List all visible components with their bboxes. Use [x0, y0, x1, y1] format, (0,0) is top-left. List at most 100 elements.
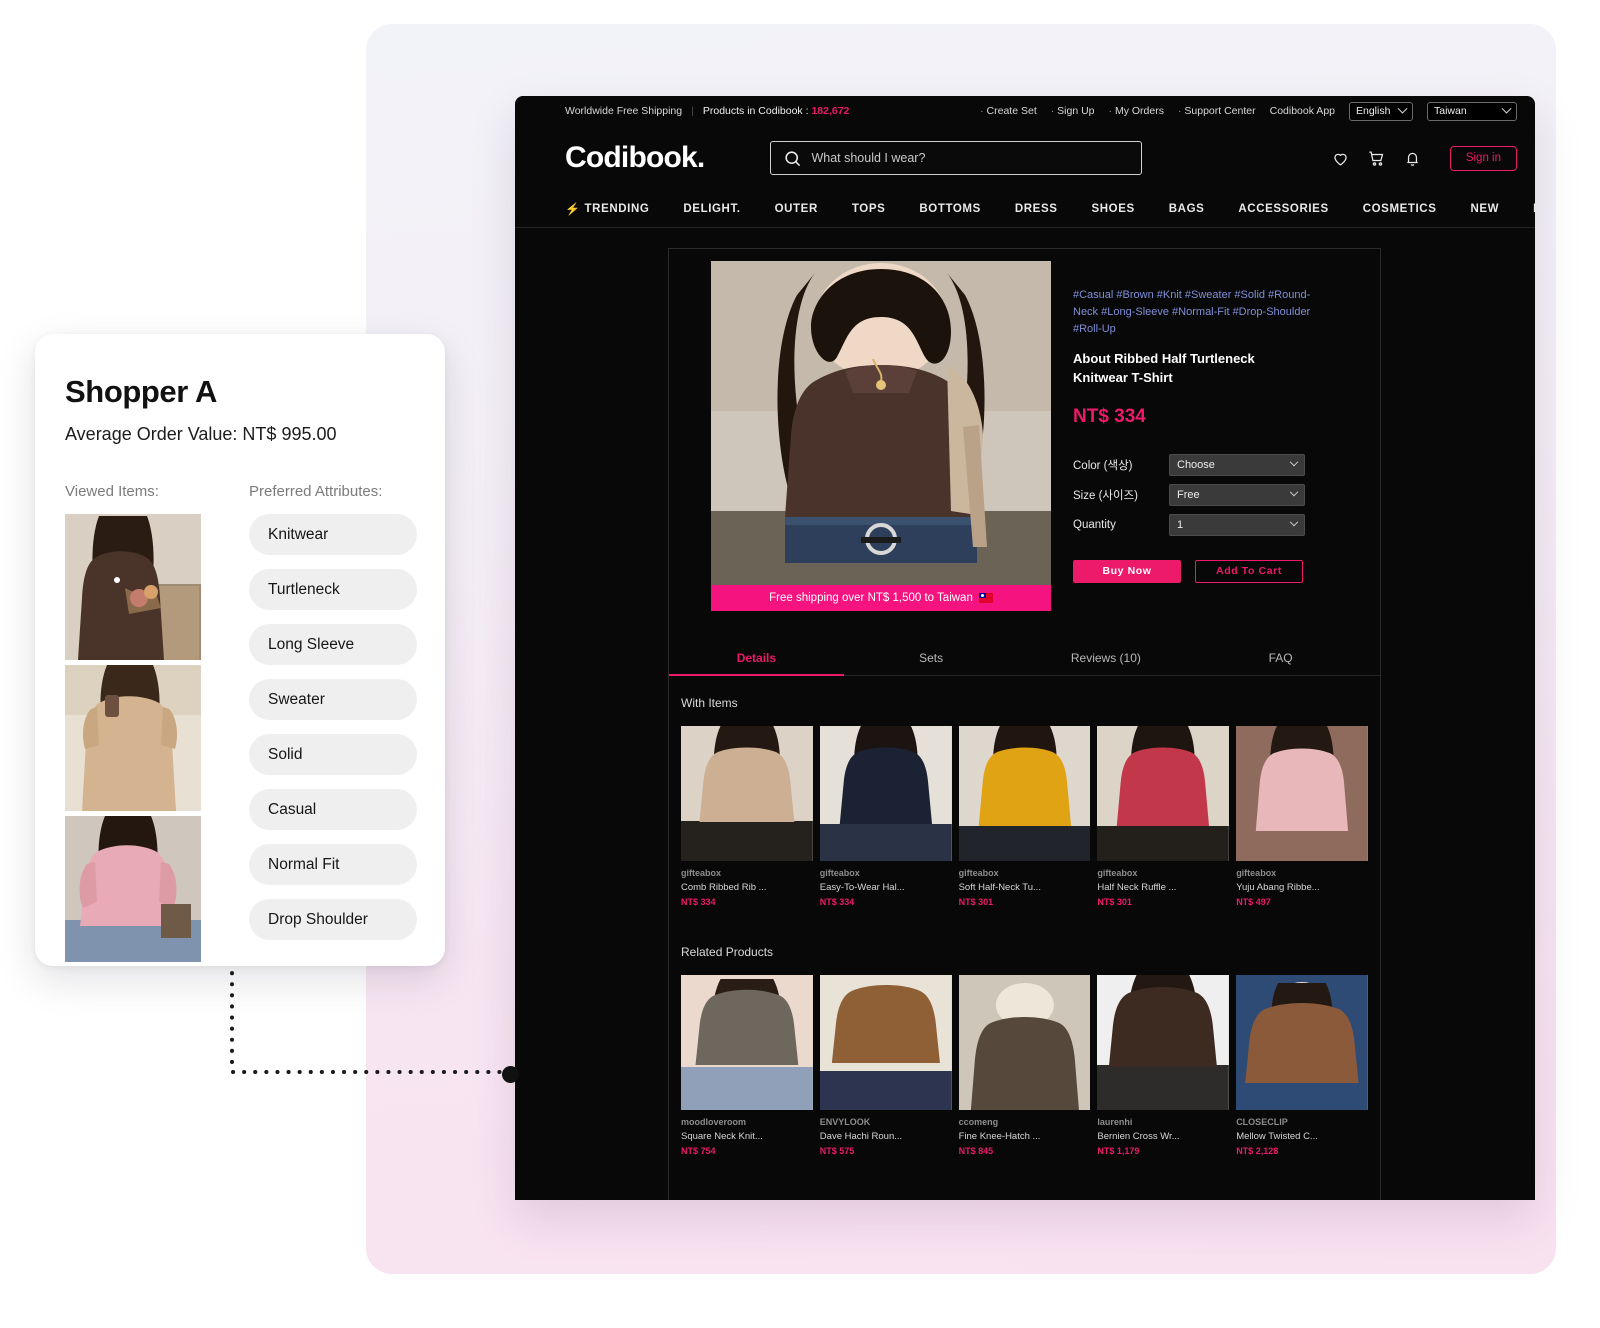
with-items-card[interactable]: gifteabox Yuju Abang Ribbe... NT$ 497 [1236, 726, 1368, 907]
color-select[interactable]: Choose [1169, 453, 1305, 476]
attribute-chip-knitwear[interactable]: Knitwear [249, 514, 417, 555]
product-thumbnail[interactable] [1097, 975, 1230, 1110]
nav-item-accessories[interactable]: ACCESSORIES [1221, 203, 1345, 215]
product-top-section: Free shipping over NT$ 1,500 to Taiwan #… [669, 261, 1380, 611]
search-icon [785, 150, 801, 166]
nav-item-outer[interactable]: OUTER [758, 203, 835, 215]
main-navigation: ⚡ TRENDING DELIGHT. OUTER TOPS BOTTOMS D… [515, 190, 1535, 228]
product-name: Dave Hachi Roun... [819, 1131, 903, 1142]
util-link-create-set[interactable]: Create Set [980, 105, 1037, 117]
chevron-down-icon [1289, 487, 1299, 497]
product-thumbnail[interactable] [1236, 975, 1368, 1110]
product-name: Square Neck Knit... [681, 1131, 763, 1142]
product-tabs: Details Sets Reviews (10) FAQ [669, 641, 1380, 676]
nav-item-trending-label: TRENDING [584, 202, 650, 215]
with-items-card[interactable]: gifteabox Comb Ribbed Rib ... NT$ 334 [681, 726, 813, 907]
country-select-value: Taiwan [1434, 105, 1467, 117]
util-link-support-center[interactable]: Support Center [1178, 105, 1255, 117]
viewed-items-column: Viewed Items: [65, 483, 201, 967]
nav-item-bags[interactable]: BAGS [1152, 203, 1222, 215]
tab-reviews[interactable]: Reviews (10) [1019, 641, 1194, 676]
language-select[interactable]: English [1349, 101, 1413, 121]
product-price: NT$ 575 [819, 1146, 855, 1156]
related-product-card[interactable]: ENVYLOOK Dave Hachi Roun... NT$ 575 [819, 975, 952, 1156]
util-link-codibook-app[interactable]: Codibook App [1270, 105, 1335, 117]
related-products-heading: Related Products [681, 945, 774, 959]
product-thumbnail[interactable] [1097, 726, 1230, 861]
bell-icon[interactable] [1403, 149, 1422, 168]
product-thumbnail[interactable] [1236, 726, 1368, 861]
product-brand: gifteabox [1236, 868, 1277, 878]
product-thumbnail[interactable] [958, 975, 1091, 1110]
option-label-color: Color (색상) [1073, 459, 1133, 472]
attribute-chip-turtleneck[interactable]: Turtleneck [249, 569, 417, 610]
buy-now-button[interactable]: Buy Now [1073, 559, 1181, 583]
add-to-cart-button[interactable]: Add To Cart [1195, 559, 1303, 583]
viewed-item-thumbnail[interactable] [65, 816, 201, 962]
free-shipping-text: Free shipping over NT$ 1,500 to Taiwan [769, 592, 973, 604]
attribute-chip-normal-fit[interactable]: Normal Fit [249, 844, 417, 885]
product-tags[interactable]: #Casual #Brown #Knit #Sweater #Solid #Ro… [1073, 287, 1313, 338]
cart-icon[interactable] [1367, 149, 1386, 168]
with-items-card[interactable]: gifteabox Soft Half-Neck Tu... NT$ 301 [958, 726, 1091, 907]
product-brand: gifteabox [958, 868, 999, 878]
sign-in-button[interactable]: Sign in [1449, 145, 1517, 171]
product-title: About Ribbed Half Turtleneck Knitwear T-… [1073, 351, 1255, 385]
tab-sets[interactable]: Sets [844, 641, 1019, 676]
tab-details[interactable]: Details [669, 641, 844, 676]
product-thumbnail[interactable] [681, 975, 813, 1110]
codibook-site-window: Worldwide Free Shipping | Products in Co… [515, 96, 1535, 1200]
nav-item-shoes[interactable]: SHOES [1075, 203, 1152, 215]
viewed-item-thumbnail[interactable] [65, 665, 201, 811]
search-input[interactable] [811, 151, 1130, 165]
taiwan-flag-icon [978, 593, 993, 603]
with-items-card[interactable]: gifteabox Half Neck Ruffle ... NT$ 301 [1097, 726, 1230, 907]
bolt-icon: ⚡ [565, 201, 581, 216]
attribute-chip-long-sleeve[interactable]: Long Sleeve [249, 624, 417, 665]
product-name: Mellow Twisted C... [1236, 1131, 1318, 1142]
nav-item-new[interactable]: NEW [1453, 203, 1516, 215]
nav-item-best[interactable]: BEST [1516, 203, 1535, 215]
viewed-item-thumbnail[interactable] [65, 514, 201, 660]
heart-icon[interactable] [1331, 149, 1350, 168]
tab-faq[interactable]: FAQ [1193, 641, 1368, 676]
quantity-select-value: 1 [1177, 518, 1184, 531]
nav-item-delight[interactable]: DELIGHT. [666, 203, 757, 215]
nav-item-bottoms[interactable]: BOTTOMS [902, 203, 998, 215]
attribute-chip-sweater[interactable]: Sweater [249, 679, 417, 720]
related-product-card[interactable]: laurenhi Bernien Cross Wr... NT$ 1,179 [1097, 975, 1230, 1156]
related-product-card[interactable]: moodloveroom Square Neck Knit... NT$ 754 [681, 975, 813, 1156]
chevron-down-icon [1289, 517, 1299, 527]
product-brand: gifteabox [681, 868, 722, 878]
quantity-select[interactable]: 1 [1169, 513, 1305, 536]
product-brand: ENVYLOOK [819, 1117, 871, 1127]
nav-item-trending[interactable]: ⚡ TRENDING [565, 202, 666, 216]
product-thumbnail[interactable] [819, 726, 952, 861]
search-bar[interactable] [770, 141, 1143, 175]
screenshot-root: Worldwide Free Shipping | Products in Co… [0, 0, 1600, 1328]
with-items-card[interactable]: gifteabox Easy-To-Wear Hal... NT$ 334 [819, 726, 952, 907]
thumbnail-illustration [958, 726, 1091, 861]
attribute-chip-solid[interactable]: Solid [249, 734, 417, 775]
products-in-codibook: Products in Codibook : 182,672 [702, 105, 850, 117]
nav-item-cosmetics[interactable]: COSMETICS [1346, 203, 1454, 215]
util-link-sign-up[interactable]: Sign Up [1051, 105, 1094, 117]
nav-item-tops[interactable]: TOPS [835, 203, 903, 215]
product-brand: gifteabox [819, 868, 860, 878]
product-thumbnail[interactable] [681, 726, 813, 861]
product-main-image[interactable]: Free shipping over NT$ 1,500 to Taiwan [711, 261, 1051, 611]
product-price: NT$ 334 [819, 897, 855, 907]
attribute-chip-casual[interactable]: Casual [249, 789, 417, 830]
country-select[interactable]: Taiwan [1427, 101, 1517, 121]
size-select[interactable]: Free [1169, 483, 1305, 506]
thumbnail-illustration [1097, 726, 1230, 861]
product-thumbnail[interactable] [819, 975, 952, 1110]
related-product-card[interactable]: CLOSECLIP Mellow Twisted C... NT$ 2,128 [1236, 975, 1368, 1156]
related-product-card[interactable]: ccomeng Fine Knee-Hatch ... NT$ 845 [958, 975, 1091, 1156]
nav-item-dress[interactable]: DRESS [998, 203, 1075, 215]
option-row-size: Size (사이즈) Free [1073, 483, 1366, 506]
product-thumbnail[interactable] [958, 726, 1091, 861]
attribute-chip-drop-shoulder[interactable]: Drop Shoulder [249, 899, 417, 940]
util-link-my-orders[interactable]: My Orders [1109, 105, 1164, 117]
codibook-logo[interactable]: Codibook. [565, 141, 705, 175]
